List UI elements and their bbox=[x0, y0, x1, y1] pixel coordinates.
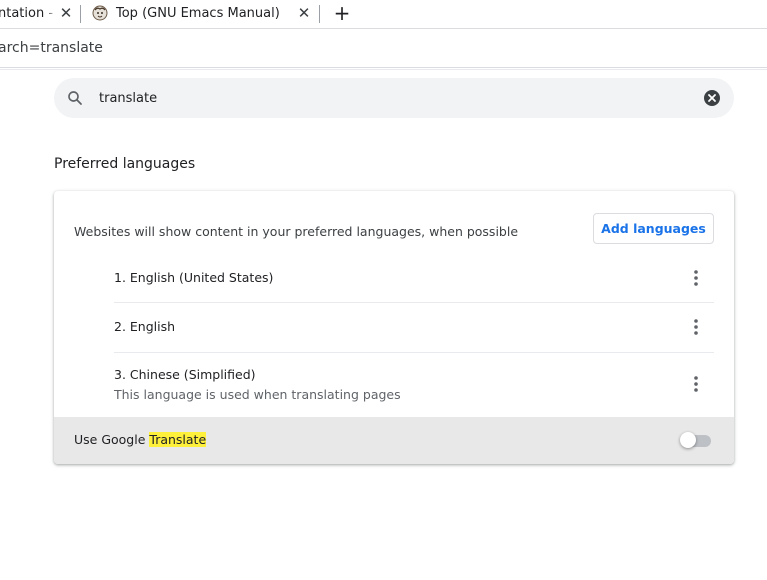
settings-search-box[interactable] bbox=[54, 78, 734, 118]
google-translate-toggle[interactable] bbox=[680, 432, 711, 448]
google-translate-label-prefix: Use Google bbox=[74, 432, 150, 447]
translation-language-note: This language is used when translating p… bbox=[114, 387, 401, 402]
address-bar[interactable]: arch=translate bbox=[0, 40, 103, 56]
languages-description: Websites will show content in your prefe… bbox=[74, 224, 519, 239]
language-row: 1. English (United States) bbox=[114, 254, 714, 303]
language-row: 2. English bbox=[114, 303, 714, 353]
tab-title-fade bbox=[44, 0, 58, 28]
tab-separator bbox=[319, 5, 320, 23]
new-tab-button[interactable]: + bbox=[333, 3, 351, 23]
google-translate-label: Use Google Translate bbox=[74, 432, 207, 447]
tab-close-icon[interactable]: ✕ bbox=[58, 5, 74, 21]
browser-toolbar: arch=translate bbox=[0, 28, 767, 68]
tab-gnu-emacs-manual[interactable]: Top (GNU Emacs Manual) ✕ bbox=[82, 0, 319, 28]
add-languages-button[interactable]: Add languages bbox=[593, 213, 714, 244]
tab-separator bbox=[80, 5, 81, 23]
toggle-knob bbox=[680, 432, 696, 448]
search-highlight: Translate bbox=[149, 432, 207, 447]
more-vert-icon[interactable] bbox=[686, 268, 706, 288]
tab-strip: ntation - ✕ Top (GNU Emacs Manual) ✕ + bbox=[0, 0, 767, 28]
language-row: 3. Chinese (Simplified) This language is… bbox=[114, 353, 714, 417]
google-translate-row[interactable]: Use Google Translate bbox=[54, 417, 734, 464]
tab-title: Top (GNU Emacs Manual) bbox=[116, 6, 280, 21]
language-name: 1. English (United States) bbox=[114, 270, 274, 285]
search-icon bbox=[68, 91, 82, 105]
language-name: 3. Chinese (Simplified) bbox=[114, 367, 256, 382]
clear-search-icon[interactable] bbox=[703, 89, 721, 107]
toolbar-divider bbox=[0, 69, 767, 70]
language-name: 2. English bbox=[114, 319, 176, 334]
section-title: Preferred languages bbox=[54, 156, 196, 172]
gnu-emacs-icon bbox=[92, 5, 108, 21]
more-vert-icon[interactable] bbox=[686, 317, 706, 337]
tab-documentation[interactable]: ntation - ✕ bbox=[0, 0, 80, 28]
languages-card: Websites will show content in your prefe… bbox=[54, 191, 734, 464]
tab-close-icon[interactable]: ✕ bbox=[296, 5, 312, 21]
more-vert-icon[interactable] bbox=[686, 374, 706, 394]
settings-search-input[interactable] bbox=[99, 88, 679, 108]
